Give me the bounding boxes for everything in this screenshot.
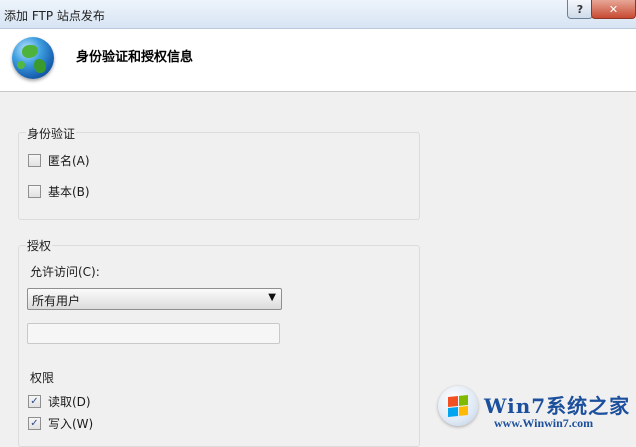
- read-label: 读取(D): [48, 395, 91, 409]
- write-checkbox[interactable]: ✓: [28, 417, 41, 430]
- allow-access-selected: 所有用户: [32, 294, 81, 308]
- permissions-label: 权限: [30, 371, 55, 385]
- authorization-legend: 授权: [26, 237, 53, 254]
- basic-label: 基本(B): [48, 185, 90, 199]
- anonymous-checkbox-row[interactable]: 匿名(A): [28, 152, 90, 169]
- anonymous-checkbox[interactable]: [28, 154, 41, 167]
- read-checkbox[interactable]: ✓: [28, 395, 41, 408]
- allow-access-select[interactable]: 所有用户 ▼: [27, 288, 282, 310]
- close-button[interactable]: ✕: [591, 0, 636, 19]
- basic-checkbox-row[interactable]: 基本(B): [28, 183, 90, 200]
- access-value-input[interactable]: [27, 323, 280, 344]
- anonymous-label: 匿名(A): [48, 154, 90, 168]
- page-title: 身份验证和授权信息: [76, 50, 194, 65]
- watermark-title: Win7系统之家: [484, 394, 631, 418]
- help-icon: ?: [576, 2, 584, 16]
- write-label: 写入(W): [48, 417, 94, 431]
- windows-logo-icon: [438, 386, 478, 426]
- title-bar: 添加 FTP 站点发布 ? ✕: [0, 0, 636, 29]
- help-button[interactable]: ?: [567, 0, 593, 19]
- allow-access-label: 允许访问(C):: [30, 265, 100, 279]
- authentication-group: [18, 132, 420, 220]
- watermark-url: www.Winwin7.com: [494, 416, 594, 430]
- dropdown-arrow-icon: ▼: [268, 292, 276, 303]
- globe-icon: [12, 37, 54, 79]
- write-checkbox-row[interactable]: ✓ 写入(W): [28, 415, 93, 432]
- window-title: 添加 FTP 站点发布: [4, 9, 105, 23]
- authentication-legend: 身份验证: [26, 125, 77, 142]
- basic-checkbox[interactable]: [28, 185, 41, 198]
- wizard-header: 身份验证和授权信息: [0, 29, 636, 92]
- close-icon: ✕: [608, 2, 619, 16]
- site-watermark: Win7系统之家 www.Winwin7.com: [436, 384, 632, 434]
- read-checkbox-row[interactable]: ✓ 读取(D): [28, 393, 91, 410]
